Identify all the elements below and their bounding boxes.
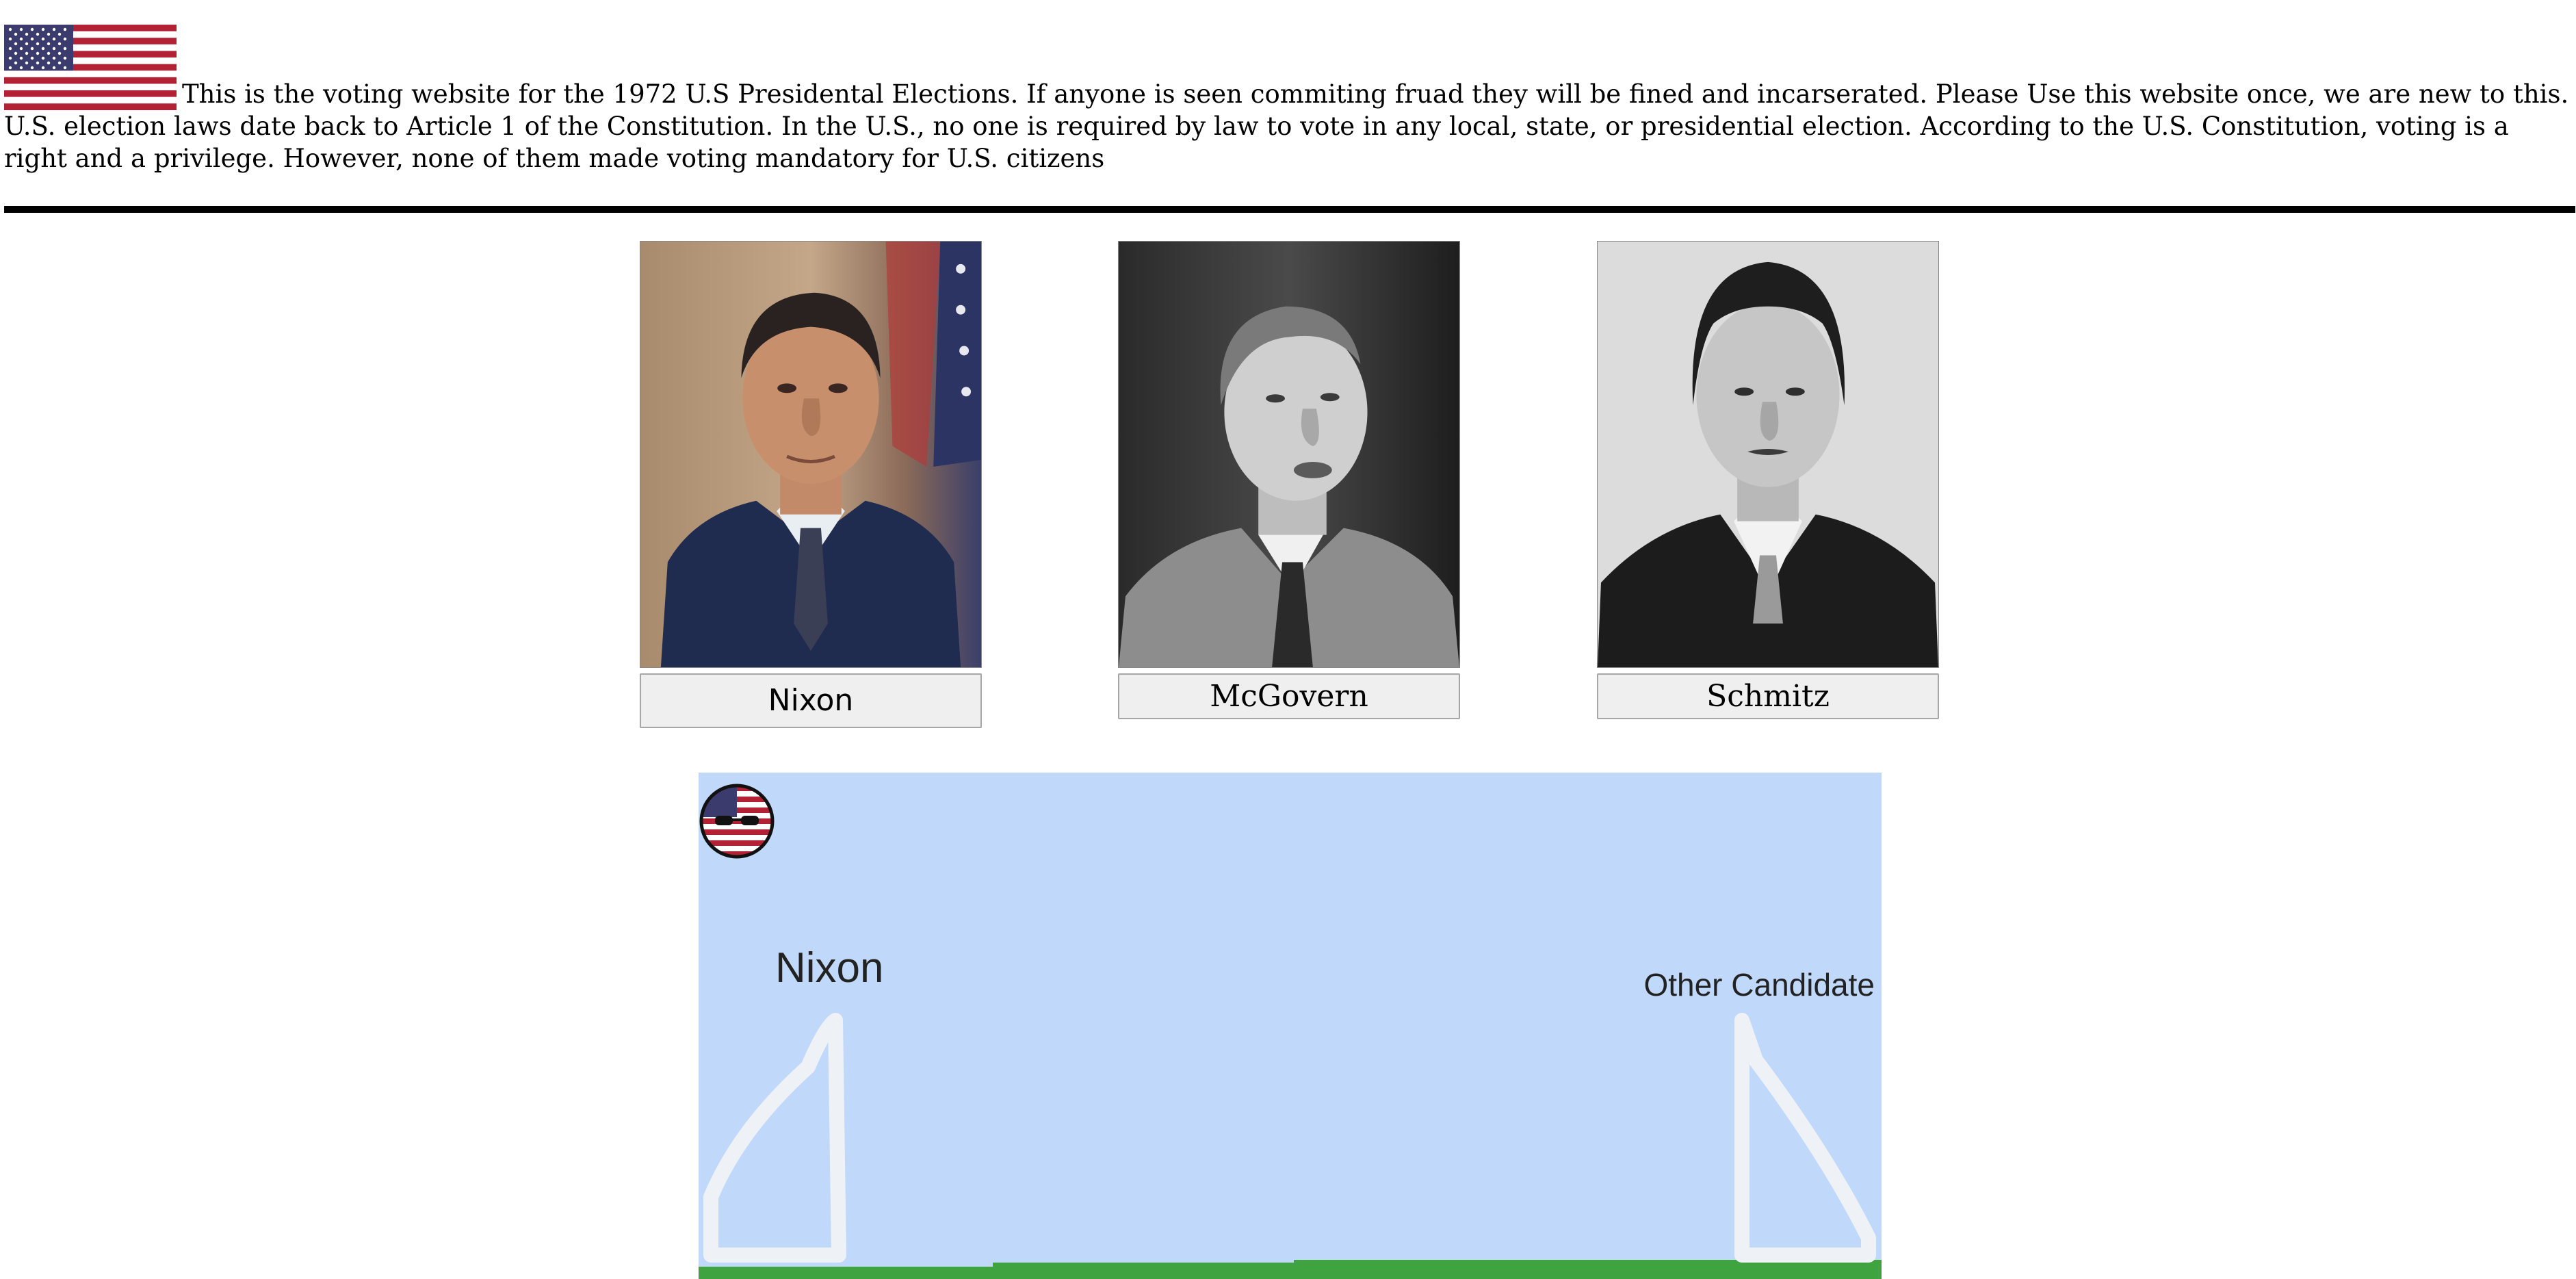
mcgovern-portrait-image <box>1118 241 1460 668</box>
nixon-portrait-image <box>640 241 982 668</box>
horizontal-rule <box>4 206 2575 213</box>
candidate-card-mcgovern: McGovern <box>1118 241 1460 719</box>
candidate-card-schmitz: Schmitz <box>1597 241 1939 719</box>
schmitz-portrait-image <box>1597 241 1939 668</box>
intro-paragraph: This is the voting website for the 1972 … <box>4 79 2569 173</box>
vote-schmitz-button[interactable]: Schmitz <box>1597 673 1939 719</box>
right-target-label: Other Candidate <box>1643 967 1875 1003</box>
countryball-player-icon <box>699 784 775 859</box>
game-canvas[interactable]: Nixon Other Candidate <box>699 773 1882 1279</box>
right-wall-outline <box>1734 1013 1876 1263</box>
header: This is the voting website for the 1972 … <box>4 25 2570 175</box>
candidate-card-nixon: Nixon <box>640 241 982 728</box>
vote-nixon-button[interactable]: Nixon <box>640 673 982 728</box>
ground <box>699 1260 1882 1279</box>
vote-mcgovern-button[interactable]: McGovern <box>1118 673 1460 719</box>
us-flag-image <box>4 25 177 110</box>
left-target-label: Nixon <box>775 944 884 992</box>
left-wall-outline <box>703 1013 846 1263</box>
